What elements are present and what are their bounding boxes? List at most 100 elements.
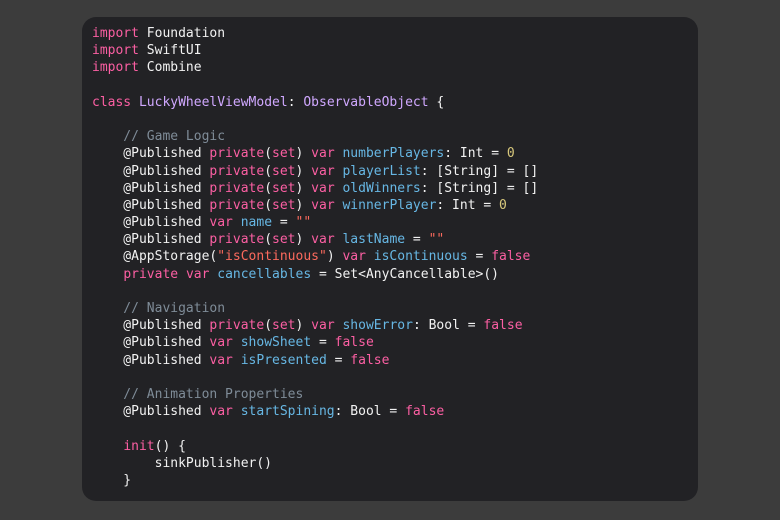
code-token-keyword: private — [209, 163, 265, 179]
code-line: @Published var startSpining: Bool = fals… — [92, 403, 698, 420]
code-token-plain: SwiftUI — [138, 43, 202, 59]
code-token-plain: @Published — [92, 404, 210, 420]
code-body: import Foundation import SwiftUI import Co… — [92, 25, 698, 489]
code-token-plain: ( — [264, 163, 273, 179]
code-line: // Animation Properties — [92, 386, 698, 403]
code-token-keyword: private — [123, 266, 179, 282]
code-token-property: isPresented — [240, 352, 327, 368]
code-token-plain: = — [405, 232, 429, 248]
code-token-plain: @Published — [92, 163, 210, 179]
code-token-keyword: var — [311, 146, 335, 162]
code-token-keyword: var — [311, 197, 335, 213]
code-token-plain: : Bool = — [334, 404, 406, 420]
code-token-plain: ( — [264, 318, 273, 334]
code-token-plain: @Published — [92, 352, 210, 368]
code-token-keyword: class — [92, 94, 132, 110]
code-token-plain: : [String] = [] — [420, 180, 539, 196]
code-token-property: playerList — [342, 163, 421, 179]
code-token-property: showError — [342, 318, 413, 334]
code-token-keyword: false — [350, 352, 390, 368]
code-token-number: 0 — [499, 197, 507, 213]
code-token-property: winnerPlayer — [342, 197, 437, 213]
code-token-plain: @Published — [92, 146, 210, 162]
code-token-plain: @Published — [92, 232, 210, 248]
code-token-plain: : Bool = — [412, 318, 484, 334]
code-line: private var cancellables = Set<AnyCancel… — [92, 266, 698, 283]
code-token-keyword: var — [209, 215, 233, 231]
code-token-plain: = — [311, 335, 335, 351]
code-editor: import Foundation import SwiftUI import Co… — [82, 17, 698, 501]
code-token-keyword: init — [123, 438, 155, 454]
code-line: // Game Logic — [92, 128, 698, 145]
code-token-keyword: private — [209, 146, 265, 162]
code-token-plain: ) — [295, 318, 312, 334]
code-token-plain: ) — [295, 197, 312, 213]
code-token-keyword: set — [272, 163, 296, 179]
code-token-plain: = Set<AnyCancellable>() — [311, 266, 500, 282]
code-token-plain: Foundation — [138, 26, 226, 41]
code-token-string: "isContinuous" — [217, 249, 327, 265]
code-line: import SwiftUI — [92, 42, 698, 59]
code-token-keyword: var — [311, 163, 335, 179]
code-token-keyword: var — [311, 318, 335, 334]
code-token-plain: @Published — [92, 335, 210, 351]
code-token-keyword: set — [272, 232, 296, 248]
code-token-plain: = — [326, 352, 351, 368]
code-token-plain: ( — [264, 197, 273, 213]
code-token-keyword: private — [209, 232, 265, 248]
code-token-plain: ) — [326, 249, 343, 265]
code-line: @Published private(set) var oldWinners: … — [92, 180, 698, 197]
code-token-plain: @Published — [92, 215, 210, 231]
code-token-keyword: var — [209, 352, 233, 368]
code-line: @Published var isPresented = false — [92, 352, 698, 369]
code-token-property: lastName — [342, 232, 406, 248]
code-token-type: ObservableObject — [303, 94, 429, 110]
code-token-keyword: var — [185, 266, 210, 282]
code-token-plain: () { — [154, 438, 186, 454]
code-token-type: LuckyWheelViewModel — [138, 94, 288, 110]
code-token-plain: { — [428, 94, 445, 110]
code-token-plain: = — [467, 249, 492, 265]
code-token-keyword: false — [334, 335, 374, 351]
code-token-plain: ( — [264, 180, 273, 196]
code-token-keyword: false — [483, 318, 523, 334]
code-line: @Published private(set) var lastName = "… — [92, 231, 698, 248]
code-token-comment: // Game Logic — [92, 129, 226, 145]
code-line: class LuckyWheelViewModel: ObservableObj… — [92, 94, 698, 111]
code-token-keyword: var — [342, 249, 366, 265]
code-token-plain: @Published — [92, 197, 210, 213]
code-token-keyword: var — [311, 232, 335, 248]
code-token-plain: ) — [295, 163, 312, 179]
code-token-plain: ) — [295, 232, 312, 248]
code-token-property: isContinuous — [373, 249, 468, 265]
code-line: // Navigation — [92, 300, 698, 317]
code-token-keyword: set — [272, 146, 296, 162]
code-token-keyword: import — [92, 60, 139, 76]
code-token-plain: : Int = — [444, 146, 507, 162]
code-line: @Published private(set) var numberPlayer… — [92, 145, 698, 162]
code-token-keyword: false — [405, 404, 445, 420]
code-token-plain: : [String] = [] — [420, 163, 539, 179]
code-token-comment: // Navigation — [92, 301, 226, 316]
code-token-plain: ( — [264, 146, 273, 162]
code-token-keyword: import — [92, 26, 139, 41]
code-token-keyword: set — [272, 318, 296, 334]
code-token-keyword: private — [209, 197, 265, 213]
code-token-keyword: private — [209, 318, 265, 334]
code-token-plain: @Published — [92, 180, 210, 196]
code-token-keyword: private — [209, 180, 265, 196]
code-token-plain: Combine — [138, 60, 202, 76]
code-token-keyword: var — [209, 404, 233, 420]
code-token-keyword: var — [209, 335, 233, 351]
code-token-string: "" — [295, 215, 312, 231]
code-token-property: showSheet — [240, 335, 312, 351]
